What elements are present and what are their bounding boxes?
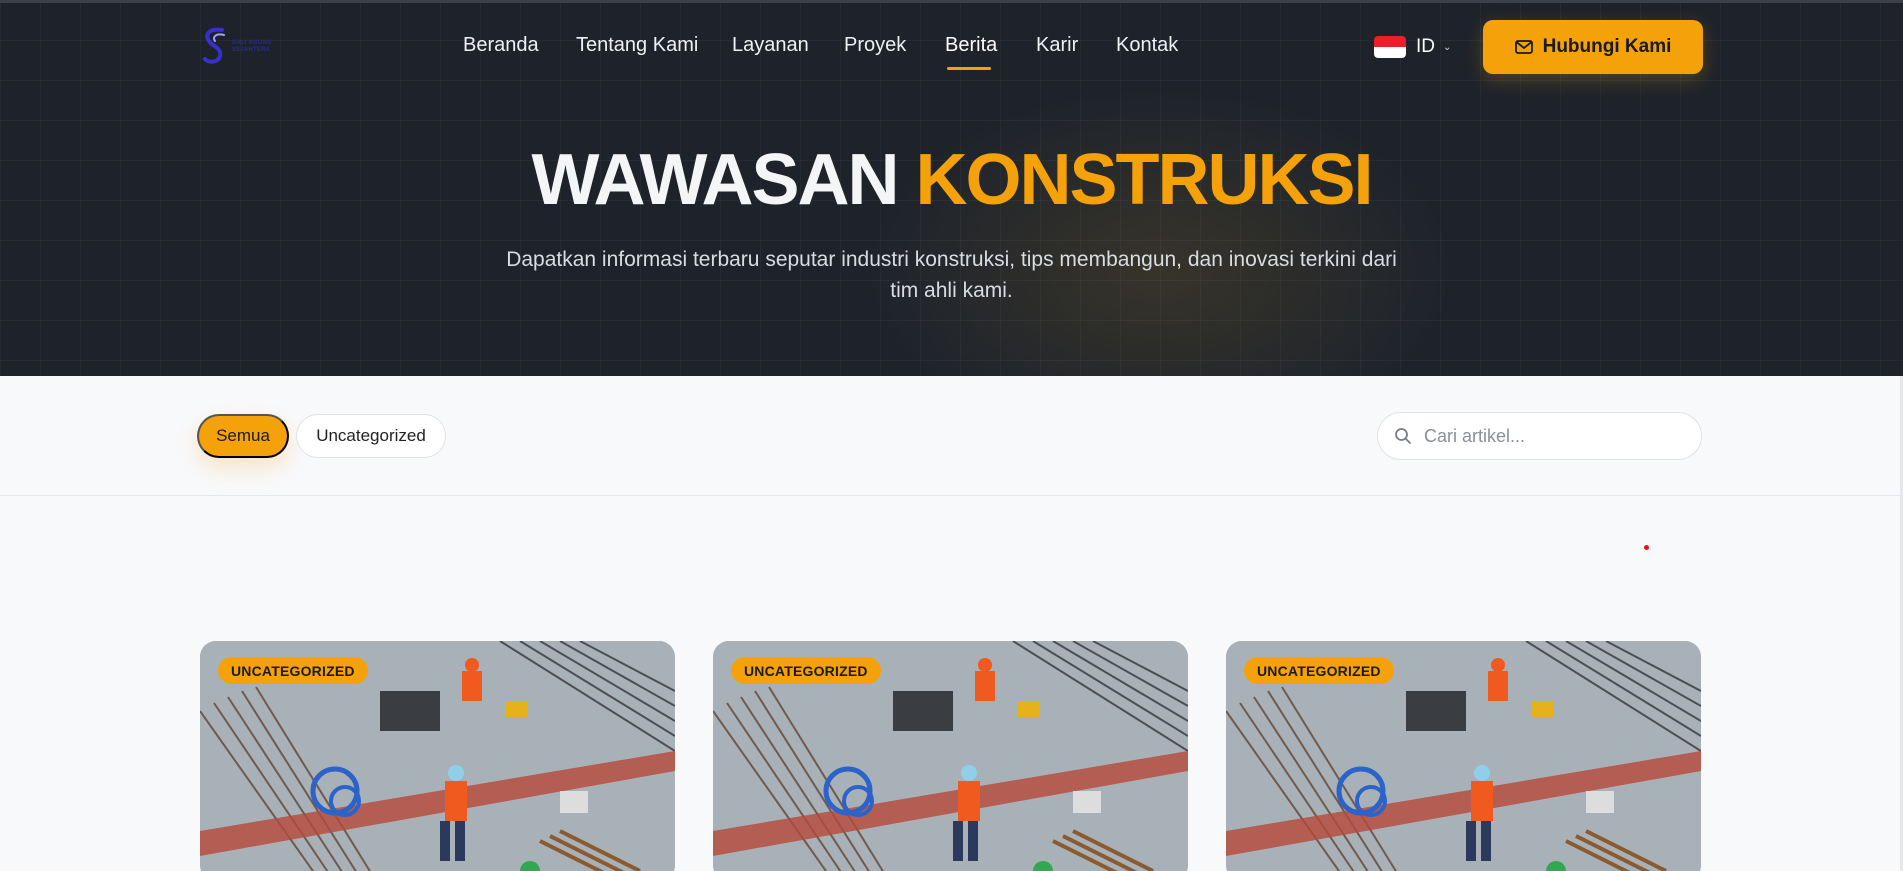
contact-us-label: Hubungi Kami bbox=[1542, 36, 1672, 57]
nav-item-beranda[interactable]: Beranda bbox=[463, 34, 539, 57]
mail-icon bbox=[1514, 40, 1533, 54]
indonesia-flag-icon bbox=[1374, 36, 1406, 58]
logo-line-2: SEJAHTERA bbox=[232, 47, 271, 53]
nav-item-proyek[interactable]: Proyek bbox=[844, 34, 906, 57]
logo-text: BALI AGUNG SEJAHTERA bbox=[232, 40, 272, 54]
logo-line-1: BALI AGUNG bbox=[232, 40, 272, 46]
category-badge: UNCATEGORIZED bbox=[218, 657, 368, 684]
active-nav-indicator bbox=[947, 67, 991, 70]
title-white-part: WAWASAN bbox=[531, 140, 899, 220]
nav-item-tentang-kami[interactable]: Tentang Kami bbox=[576, 34, 698, 57]
language-switcher[interactable]: ID ⌄ bbox=[1374, 34, 1451, 60]
page-subtitle: Dapatkan informasi terbaru seputar indus… bbox=[506, 248, 1397, 302]
article-card[interactable]: UNCATEGORIZED bbox=[200, 641, 675, 871]
contact-us-button[interactable]: Hubungi Kami bbox=[1483, 20, 1703, 74]
search-input[interactable] bbox=[1424, 425, 1684, 447]
logo-icon bbox=[203, 27, 225, 64]
category-badge: UNCATEGORIZED bbox=[731, 657, 881, 684]
chevron-down-icon: ⌄ bbox=[1443, 41, 1452, 53]
nav-item-berita[interactable]: Berita bbox=[945, 34, 997, 57]
red-dot-marker bbox=[1644, 545, 1649, 550]
search-icon bbox=[1395, 428, 1411, 444]
nav-item-karir[interactable]: Karir bbox=[1036, 34, 1078, 57]
category-filter-uncategorized[interactable]: Uncategorized bbox=[296, 414, 446, 458]
nav-item-layanan[interactable]: Layanan bbox=[732, 34, 809, 57]
category-badge: UNCATEGORIZED bbox=[1244, 657, 1394, 684]
search-box[interactable] bbox=[1377, 412, 1702, 460]
article-card[interactable]: UNCATEGORIZED bbox=[1226, 641, 1701, 871]
page-title: WAWASAN KONSTRUKSI bbox=[0, 138, 1903, 222]
hero-section: BALI AGUNG SEJAHTERA Beranda Tentang Kam… bbox=[0, 0, 1903, 376]
filter-bar: Semua Uncategorized bbox=[0, 376, 1903, 496]
nav-item-kontak[interactable]: Kontak bbox=[1116, 34, 1178, 57]
category-filter-semua[interactable]: Semua bbox=[197, 414, 289, 458]
site-logo[interactable]: BALI AGUNG SEJAHTERA bbox=[200, 26, 280, 68]
title-orange-part: KONSTRUKSI bbox=[915, 140, 1374, 220]
top-border bbox=[0, 0, 1903, 3]
language-code: ID bbox=[1416, 36, 1435, 57]
article-card[interactable]: UNCATEGORIZED bbox=[713, 641, 1188, 871]
